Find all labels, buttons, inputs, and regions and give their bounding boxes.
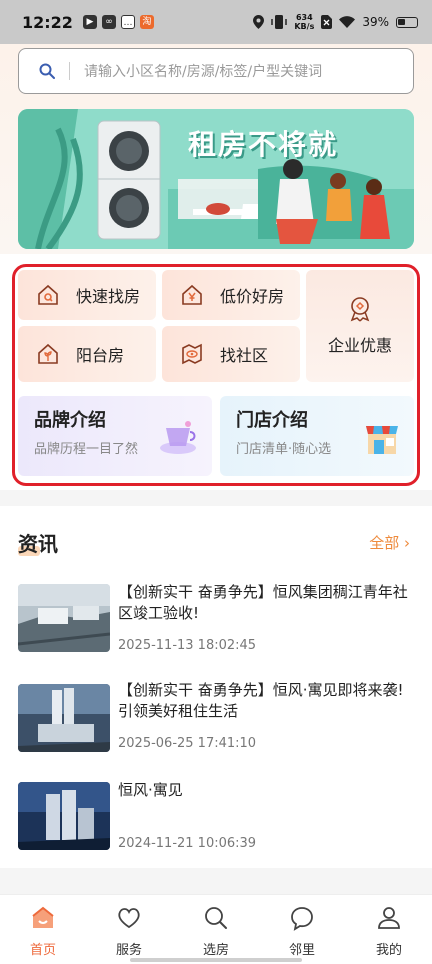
notification-icons: ▶ ∞ … 淘	[82, 15, 154, 29]
chat-icon	[291, 907, 313, 931]
search-bar[interactable]: 请输入小区名称/房源/标签/户型关键词	[18, 48, 414, 94]
news-item-title: 【创新实干 奋勇争先】恒风集团稠江青年社区竣工验收!	[118, 583, 408, 622]
app-notification-icon: ▶	[82, 15, 97, 29]
battery-percent: 39%	[362, 15, 389, 29]
tab-mine-label: 我的	[375, 943, 402, 958]
search-icon	[205, 907, 227, 929]
tab-mine[interactable]: 我的	[359, 905, 419, 958]
news-thumbnail	[18, 782, 110, 850]
quick-menu-highlight-frame	[12, 264, 420, 486]
gesture-home-indicator[interactable]	[130, 958, 302, 962]
tab-home[interactable]: 首页	[13, 905, 73, 958]
search-icon	[39, 63, 55, 79]
news-section-title: 资讯	[18, 532, 58, 556]
tab-neighbors[interactable]: 邻里	[272, 905, 332, 958]
status-right: 634 KB/s 39%	[253, 13, 418, 31]
news-item-date: 2025-11-13 18:02:45	[118, 638, 257, 653]
bottom-tab-bar: 首页 服务 选房 邻里 我的	[0, 894, 432, 964]
news-item-date: 2025-06-25 17:41:10	[118, 736, 257, 751]
battery-icon	[396, 16, 418, 28]
search-divider	[69, 62, 70, 80]
banner-title: 租房不将就	[188, 128, 339, 161]
tab-neighbors-label: 邻里	[288, 943, 315, 958]
tab-choose-house-label: 选房	[202, 943, 229, 958]
tab-choose-house[interactable]: 选房	[186, 905, 246, 958]
tab-home-label: 首页	[29, 943, 56, 958]
news-view-all-link[interactable]: 全部 ›	[369, 532, 410, 553]
location-icon	[253, 15, 265, 29]
search-input[interactable]: 请输入小区名称/房源/标签/户型关键词	[84, 61, 322, 81]
news-thumbnail	[18, 684, 110, 752]
news-thumbnail	[18, 584, 110, 652]
tab-service-label: 服务	[115, 943, 142, 958]
sim-icon	[321, 15, 333, 29]
network-speed: 634 KB/s	[294, 13, 315, 31]
app-notification-icon: 淘	[139, 15, 154, 29]
status-bar: 12:22 ▶ ∞ … 淘 634 KB/s 39%	[0, 0, 432, 44]
message-notification-icon: …	[120, 15, 135, 29]
news-item-title: 【创新实干 奋勇争先】恒风·寓见即将来袭!引领美好租住生活	[118, 681, 404, 720]
user-icon	[378, 907, 400, 929]
app-notification-icon: ∞	[101, 15, 116, 29]
promo-banner[interactable]: 租房不将就	[18, 109, 414, 249]
heart-icon	[118, 908, 140, 929]
status-time: 12:22	[22, 12, 73, 32]
news-item-date: 2024-11-21 10:06:39	[118, 836, 257, 851]
home-icon	[32, 906, 54, 928]
vibrate-icon	[271, 15, 288, 29]
tab-service[interactable]: 服务	[99, 905, 159, 958]
news-item-title: 恒风·寓见	[118, 781, 183, 799]
wifi-icon	[339, 16, 356, 28]
